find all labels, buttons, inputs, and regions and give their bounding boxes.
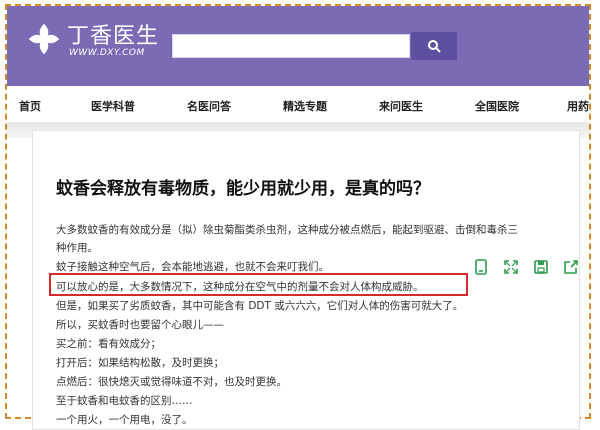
expand-icon bbox=[504, 260, 518, 274]
nav-item-drugs[interactable]: 用药 bbox=[567, 98, 589, 114]
paragraph: 大多数蚊香的有效成分是（拟）除虫菊酯类杀虫剂，这种成分被点燃后，能起到驱避、击倒… bbox=[56, 224, 518, 236]
expand-button[interactable] bbox=[502, 258, 520, 276]
paragraph: 种作用。 bbox=[56, 242, 98, 254]
phone-icon bbox=[475, 259, 487, 275]
search-button[interactable] bbox=[411, 32, 457, 60]
article-title: 蚊香会释放有毒物质，能少用就少用，是真的吗？ bbox=[56, 179, 430, 199]
search-input[interactable] bbox=[172, 34, 410, 58]
site-header: 丁香医生 WWW.DXY.COM bbox=[7, 6, 589, 86]
search-icon bbox=[428, 40, 441, 53]
nav-item-hospitals[interactable]: 全国医院 bbox=[475, 98, 519, 114]
main-nav: 首页 医学科普 名医问答 精选专题 来问医生 全国医院 用药 bbox=[7, 86, 589, 122]
paragraph: 所以，买蚊香时也要留个心眼儿—— bbox=[56, 319, 224, 331]
paragraph: 点燃后：很快熄灭或觉得味道不对，也及时更换。 bbox=[56, 376, 287, 388]
paragraph: 但是，如果买了劣质蚊香，其中可能含有 DDT 或六六六，它们对人体的伤害可就大了… bbox=[56, 300, 464, 312]
brand-url: WWW.DXY.COM bbox=[69, 48, 145, 58]
nav-item-qa[interactable]: 名医问答 bbox=[187, 98, 231, 114]
article-toolbar bbox=[468, 258, 588, 278]
brand-name[interactable]: 丁香医生 bbox=[67, 18, 159, 50]
phone-button[interactable] bbox=[472, 258, 490, 276]
nav-item-home[interactable]: 首页 bbox=[19, 98, 41, 114]
paragraph: 打开后：如果结构松散，及时更换； bbox=[56, 357, 224, 369]
paragraph: 买之前：看有效成分； bbox=[56, 338, 161, 350]
nav-item-topics[interactable]: 精选专题 bbox=[283, 98, 327, 114]
paragraph: 蚊子接触这种空气后，会本能地逃避，也就不会来叮我们。 bbox=[56, 261, 329, 273]
share-icon bbox=[564, 260, 578, 274]
save-icon bbox=[534, 260, 548, 274]
nav-item-science[interactable]: 医学科普 bbox=[91, 98, 135, 114]
share-button[interactable] bbox=[562, 258, 580, 276]
nav-item-ask-doctor[interactable]: 来问医生 bbox=[379, 98, 423, 114]
highlight-box bbox=[49, 273, 468, 296]
clove-logo-icon[interactable] bbox=[25, 20, 63, 58]
save-button[interactable] bbox=[532, 258, 550, 276]
paragraph: 至于蚊香和电蚊香的区别…… bbox=[56, 395, 193, 407]
